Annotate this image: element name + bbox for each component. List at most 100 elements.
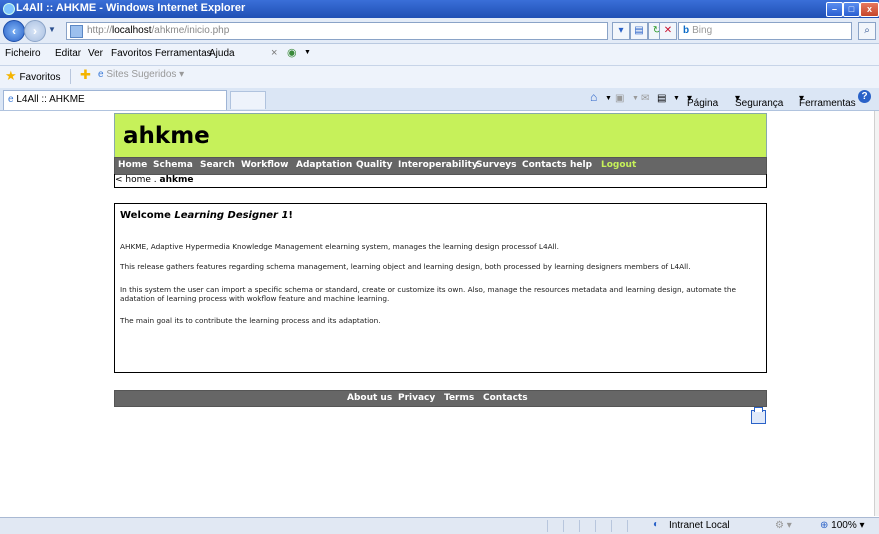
vertical-scrollbar[interactable] (874, 111, 879, 516)
nav-surveys[interactable]: Surveys (476, 160, 517, 170)
add-favorite-icon[interactable]: ✚ (80, 67, 91, 83)
footer-terms[interactable]: Terms (444, 393, 474, 403)
menu-ajuda[interactable]: Ajuda (209, 48, 235, 59)
help-icon[interactable]: ? (858, 90, 871, 103)
paragraph-features: In this system the user can import a spe… (120, 285, 736, 303)
menu-bar: Ficheiro Editar Ver Favoritos Ferramenta… (0, 44, 879, 66)
ie-logo-icon (3, 3, 15, 15)
address-dropdown-button[interactable]: ▾ (612, 22, 630, 40)
site-footer: About us Privacy Terms Contacts (114, 390, 767, 407)
url-host: localhost (112, 25, 152, 36)
security-zone[interactable]: Intranet Local (669, 520, 730, 531)
bing-icon: b (683, 25, 690, 36)
nav-home[interactable]: Home (118, 160, 147, 170)
tools-menu[interactable]: Ferramentas ▾ (799, 93, 856, 109)
addon-dropdown-icon[interactable]: ▼ (304, 49, 311, 56)
search-icon[interactable]: ⌕ (858, 22, 876, 40)
site-nav: Home Schema Search Workflow Adaptation Q… (114, 157, 767, 175)
security-menu[interactable]: Segurança ▾ (735, 93, 783, 109)
status-segment (595, 520, 606, 532)
paragraph-release: This release gathers features regarding … (120, 262, 691, 271)
site-logo: ahkme (123, 123, 210, 149)
page-viewport: ahkme Home Schema Search Workflow Adapta… (0, 111, 879, 516)
protected-mode-icon[interactable]: ⚙ ▾ (775, 520, 792, 531)
nav-adaptation[interactable]: Adaptation (296, 160, 352, 170)
addon-icon[interactable]: ◉ (287, 46, 297, 59)
intranet-zone-icon: ◐ (653, 519, 660, 530)
menu-editar[interactable]: Editar (55, 48, 81, 59)
tools-menu-label: Ferramentas (799, 98, 856, 109)
window-title: L4All :: AHKME - Windows Internet Explor… (16, 2, 246, 14)
nav-help[interactable]: help (570, 160, 592, 170)
nav-contacts[interactable]: Contacts (522, 160, 567, 170)
print-icon[interactable]: ▤ (657, 93, 666, 104)
star-icon: ★ (5, 68, 17, 83)
breadcrumb: < home . ahkme (114, 174, 767, 188)
minimize-button[interactable]: – (826, 2, 843, 17)
zoom-level: 100% (831, 520, 857, 531)
close-window-button[interactable]: x (860, 2, 879, 17)
nav-search[interactable]: Search (200, 160, 235, 170)
forward-button[interactable]: › (24, 20, 46, 42)
zoom-icon: ⊕ (820, 520, 829, 531)
breadcrumb-home-link[interactable]: < home . (115, 175, 157, 185)
welcome-heading: Welcome Learning Designer 1! (120, 210, 293, 221)
feeds-dropdown-icon[interactable]: ▼ (632, 95, 639, 102)
home-dropdown-icon[interactable]: ▼ (605, 95, 612, 102)
url-path: /ahkme/inicio.php (151, 25, 230, 36)
status-bar: ◐ Intranet Local ⚙ ▾ ⊕ 100% ▾ (0, 517, 879, 534)
address-input[interactable]: http://localhost/ahkme/inicio.php (66, 22, 608, 40)
favorites-label: Favoritos (19, 72, 61, 83)
site-header-banner: ahkme (114, 113, 767, 158)
nav-quality[interactable]: Quality (356, 160, 392, 170)
suggested-sites-button[interactable]: e Sites Sugeridos ▾ (98, 69, 184, 80)
maximize-button[interactable]: □ (843, 2, 860, 17)
close-menu-icon[interactable]: × (271, 47, 277, 59)
mail-icon[interactable]: ✉ (641, 93, 649, 104)
status-segment (611, 520, 622, 532)
welcome-suffix: ! (288, 210, 293, 221)
status-segment (579, 520, 590, 532)
nav-workflow[interactable]: Workflow (241, 160, 288, 170)
nav-schema[interactable]: Schema (153, 160, 193, 170)
suggested-sites-label: Sites Sugeridos (106, 69, 177, 80)
feeds-icon[interactable]: ▣ (615, 93, 624, 104)
page-menu[interactable]: Página ▾ (687, 93, 718, 109)
page-icon (70, 25, 83, 38)
home-icon[interactable]: ⌂ (590, 90, 597, 104)
print-page-icon[interactable] (751, 407, 766, 424)
ie-page-icon: e (98, 69, 104, 80)
ie-page-icon: e (8, 94, 14, 105)
tab-l4all[interactable]: e L4All :: AHKME (3, 90, 227, 110)
tab-label: L4All :: AHKME (16, 94, 85, 105)
menu-ficheiro[interactable]: Ficheiro (5, 48, 41, 59)
tab-row: e L4All :: AHKME ⌂ ▼ ▣ ▼ ✉ ▤ ▼ Página ▾ … (0, 88, 879, 111)
stop-button[interactable]: ✕ (659, 22, 677, 40)
back-button[interactable]: ‹ (3, 20, 25, 42)
nav-logout[interactable]: Logout (601, 160, 636, 170)
history-dropdown-icon[interactable]: ▼ (48, 25, 56, 34)
search-input[interactable]: b Bing (678, 22, 852, 40)
menu-ver[interactable]: Ver (88, 48, 103, 59)
main-content: Welcome Learning Designer 1! AHKME, Adap… (114, 203, 767, 373)
footer-contacts[interactable]: Contacts (483, 393, 528, 403)
security-menu-label: Segurança (735, 98, 784, 109)
new-tab-button[interactable] (230, 91, 266, 109)
divider (70, 69, 71, 84)
zoom-control[interactable]: ⊕ 100% ▾ (820, 520, 865, 531)
nav-interoperability[interactable]: Interoperability (398, 160, 478, 170)
footer-about-us[interactable]: About us (347, 393, 392, 403)
paragraph-goal: The main goal its to contribute the lear… (120, 316, 381, 325)
menu-favoritos[interactable]: Favoritos (111, 48, 152, 59)
search-placeholder: Bing (692, 25, 713, 36)
window-title-bar[interactable]: L4All :: AHKME - Windows Internet Explor… (0, 0, 879, 18)
print-dropdown-icon[interactable]: ▼ (673, 95, 680, 102)
footer-privacy[interactable]: Privacy (398, 393, 435, 403)
menu-ferramentas[interactable]: Ferramentas (155, 48, 212, 59)
favorites-button[interactable]: ★ Favoritos (5, 68, 61, 84)
compatibility-view-icon[interactable]: ▤ (630, 22, 648, 40)
breadcrumb-current: ahkme (159, 175, 194, 185)
page-menu-label: Página (687, 98, 719, 109)
welcome-user: Learning Designer 1 (174, 210, 289, 221)
status-segment (627, 520, 638, 532)
